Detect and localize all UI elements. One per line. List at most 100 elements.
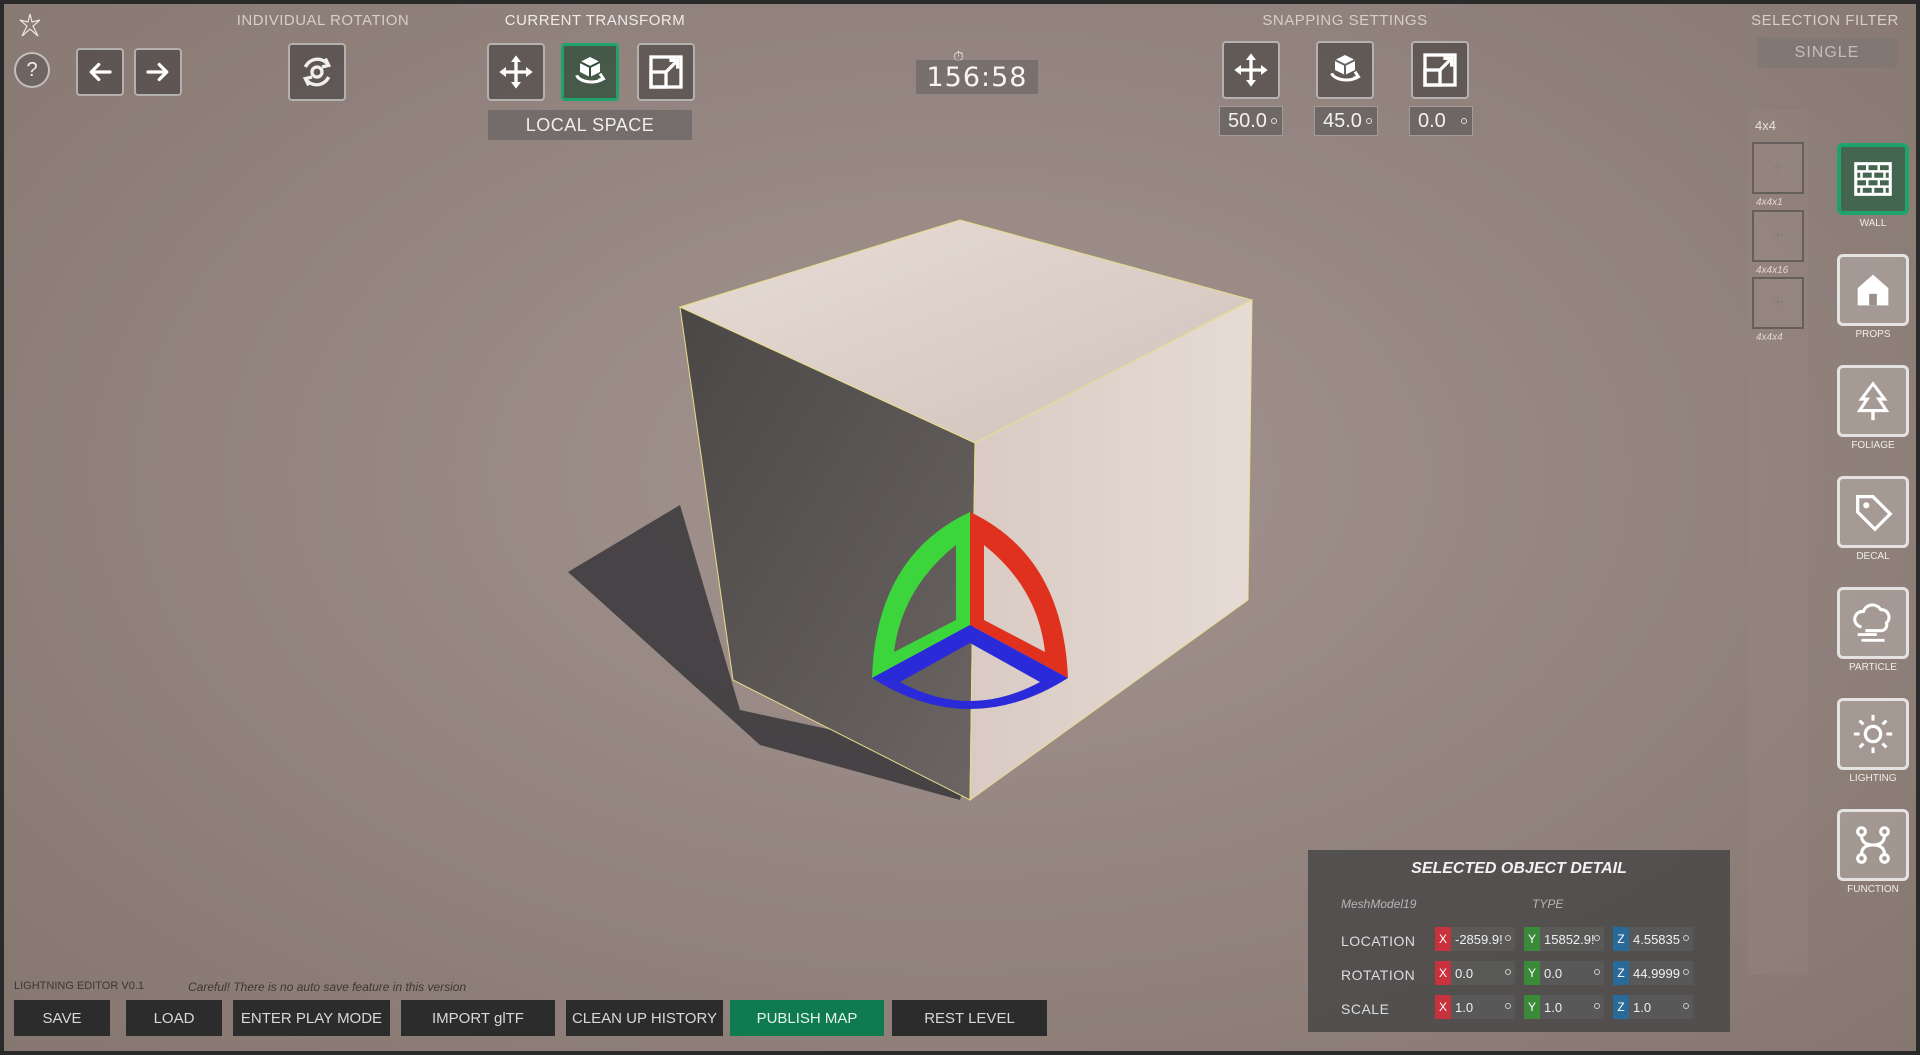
- grid-size-label: 4x4: [1755, 118, 1776, 133]
- category-foliage-button[interactable]: [1837, 365, 1909, 437]
- scale-tool-button[interactable]: [637, 43, 695, 101]
- asset-tile[interactable]: +: [1752, 210, 1804, 262]
- scale-y-value: 1.0: [1544, 999, 1563, 1015]
- snap-rotate-value: 45.0: [1323, 109, 1362, 132]
- help-label: ?: [26, 58, 38, 81]
- category-foliage-label: FOLIAGE: [1851, 440, 1895, 451]
- cube-rotate-icon: [575, 57, 606, 84]
- rotate-tool-button[interactable]: [561, 43, 619, 101]
- tag-icon: [1856, 495, 1893, 532]
- stepper-icon[interactable]: [1505, 1003, 1511, 1009]
- category-decal-button[interactable]: [1837, 476, 1909, 548]
- rotation-y-field[interactable]: Y 0.0: [1524, 961, 1604, 985]
- detail-title: SELECTED OBJECT DETAIL: [1411, 860, 1627, 877]
- rest-level-button[interactable]: REST LEVEL: [892, 1000, 1047, 1036]
- stepper-icon[interactable]: [1594, 935, 1600, 941]
- snap-rotate-input[interactable]: 45.0: [1314, 106, 1378, 136]
- asset-tile[interactable]: +: [1752, 142, 1804, 194]
- axis-y-badge: Y: [1524, 927, 1540, 951]
- type-label: TYPE: [1532, 897, 1564, 911]
- selection-filter-header: SELECTION FILTER: [1751, 12, 1899, 29]
- category-particle-button[interactable]: [1837, 587, 1909, 659]
- brick-wall-icon: [1854, 162, 1892, 196]
- plus-icon: +: [1772, 224, 1784, 247]
- enter-play-mode-button[interactable]: ENTER PLAY MODE: [233, 1000, 390, 1036]
- load-button[interactable]: LOAD: [126, 1000, 222, 1036]
- house-icon: [1857, 274, 1889, 306]
- local-space-toggle[interactable]: LOCAL SPACE: [488, 110, 692, 140]
- category-decal-label: DECAL: [1856, 551, 1890, 562]
- axis-z-badge: Z: [1613, 927, 1629, 951]
- rotation-z-field[interactable]: Z 44.9999: [1613, 961, 1693, 985]
- current-transform-header: CURRENT TRANSFORM: [504, 12, 686, 29]
- publish-map-button[interactable]: PUBLISH MAP: [730, 1000, 884, 1036]
- stepper-icon[interactable]: [1271, 118, 1277, 124]
- asset-tile-label: 4x4x4: [1756, 332, 1783, 343]
- particle-icon: [1853, 603, 1891, 642]
- category-props-label: PROPS: [1855, 329, 1891, 340]
- stepper-icon[interactable]: [1461, 118, 1467, 124]
- rotation-x-field[interactable]: X 0.0: [1435, 961, 1515, 985]
- rotation-label: ROTATION: [1341, 967, 1416, 983]
- save-button[interactable]: SAVE: [14, 1000, 110, 1036]
- snap-translate-input[interactable]: 50.0: [1219, 106, 1283, 136]
- asset-tile-label: 4x4x1: [1756, 197, 1783, 208]
- autosave-warning: Careful! There is no auto save feature i…: [188, 980, 467, 994]
- selected-object-detail-panel: SELECTED OBJECT DETAIL MeshModel19 TYPE …: [1308, 850, 1730, 1032]
- stepper-icon[interactable]: [1366, 118, 1372, 124]
- axis-x-badge: X: [1435, 995, 1451, 1019]
- category-lighting-button[interactable]: [1837, 698, 1909, 770]
- selection-filter-dropdown[interactable]: SINGLE: [1757, 38, 1897, 68]
- asset-tile[interactable]: +: [1752, 277, 1804, 329]
- snap-translate-button[interactable]: [1222, 41, 1280, 99]
- node-graph-icon: [1856, 826, 1890, 864]
- scale-x-field[interactable]: X 1.0: [1435, 995, 1515, 1019]
- category-particle-label: PARTICLE: [1849, 662, 1897, 673]
- arrow-left-icon: [89, 62, 112, 82]
- location-z-field[interactable]: Z 4.55835: [1613, 927, 1693, 951]
- axis-z-badge: Z: [1613, 961, 1629, 985]
- stepper-icon[interactable]: [1594, 1003, 1600, 1009]
- stepper-icon[interactable]: [1683, 935, 1689, 941]
- category-function-button[interactable]: [1837, 809, 1909, 881]
- redo-button[interactable]: [134, 48, 182, 96]
- stepper-icon[interactable]: [1594, 969, 1600, 975]
- location-y-field[interactable]: Y 15852.9!: [1524, 927, 1604, 951]
- help-button[interactable]: ?: [14, 52, 50, 88]
- version-label: LIGHTNING EDITOR V0.1: [14, 980, 144, 992]
- import-gltf-button[interactable]: IMPORT glTF: [401, 1000, 555, 1036]
- axis-z-badge: Z: [1613, 995, 1629, 1019]
- location-label: LOCATION: [1341, 933, 1416, 949]
- stepper-icon[interactable]: [1683, 969, 1689, 975]
- individual-rotation-header: INDIVIDUAL ROTATION: [236, 12, 410, 29]
- snap-scale-button[interactable]: [1411, 41, 1469, 99]
- session-timer: 156:58: [916, 60, 1038, 94]
- stepper-icon[interactable]: [1505, 935, 1511, 941]
- stepper-icon[interactable]: [1683, 1003, 1689, 1009]
- asset-tile-label: 4x4x16: [1756, 265, 1789, 276]
- clean-up-history-button[interactable]: CLEAN UP HISTORY: [566, 1000, 723, 1036]
- scale-y-field[interactable]: Y 1.0: [1524, 995, 1604, 1019]
- location-x-field[interactable]: X -2859.9!: [1435, 927, 1515, 951]
- sun-icon: [1853, 714, 1893, 754]
- undo-button[interactable]: [76, 48, 124, 96]
- snap-scale-value: 0.0: [1418, 109, 1446, 132]
- axis-y-badge: Y: [1524, 995, 1540, 1019]
- category-wall-label: WALL: [1859, 218, 1887, 229]
- snap-rotate-button[interactable]: [1316, 41, 1374, 99]
- location-y-value: 15852.9!: [1544, 931, 1594, 947]
- translate-tool-button[interactable]: [487, 43, 545, 101]
- object-name: MeshModel19: [1341, 897, 1417, 911]
- snap-scale-input[interactable]: 0.0: [1409, 106, 1473, 136]
- scale-z-field[interactable]: Z 1.0: [1613, 995, 1693, 1019]
- tree-icon: [1856, 381, 1890, 421]
- rotation-y-value: 0.0: [1544, 965, 1563, 981]
- rotation-z-value: 44.9999: [1633, 965, 1680, 981]
- individual-rotation-toggle[interactable]: [288, 43, 346, 101]
- category-props-button[interactable]: [1837, 254, 1909, 326]
- plus-icon: +: [1772, 291, 1784, 314]
- axis-x-badge: X: [1435, 927, 1451, 951]
- arrow-right-icon: [146, 62, 169, 82]
- category-wall-button[interactable]: [1837, 143, 1909, 215]
- stepper-icon[interactable]: [1505, 969, 1511, 975]
